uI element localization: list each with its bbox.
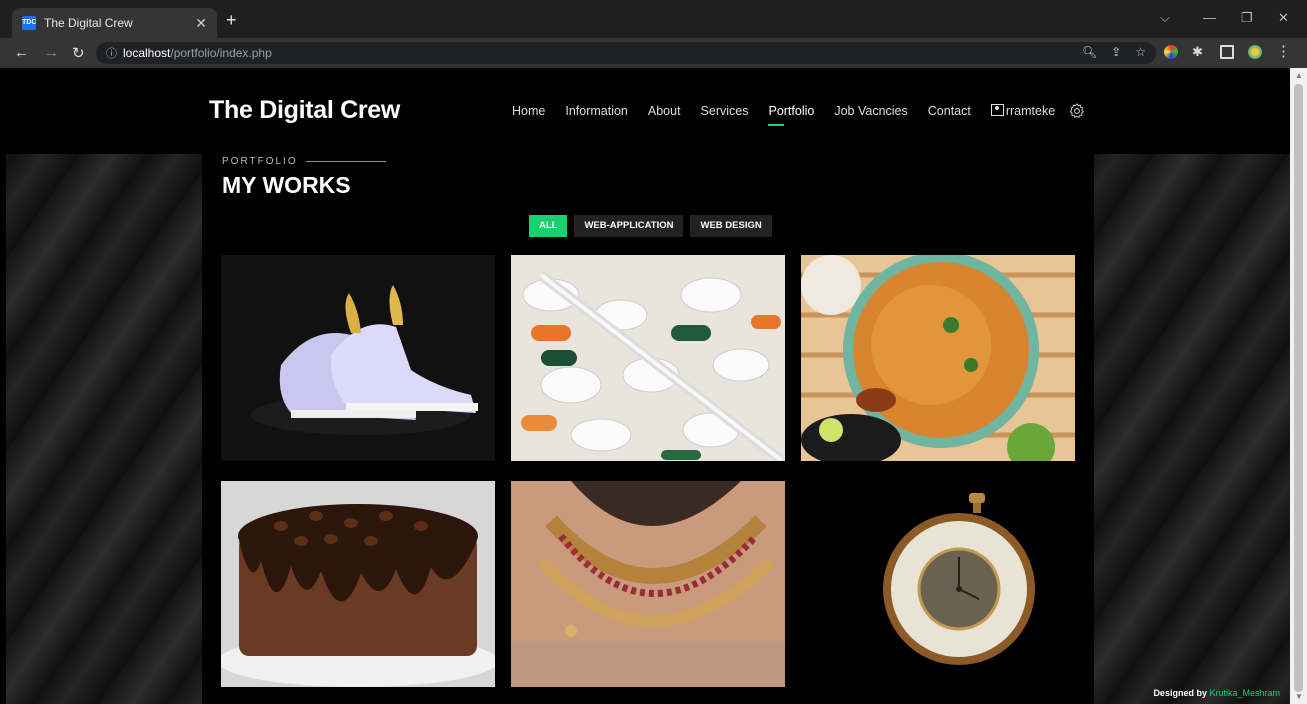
address-bar[interactable]: ⓘ localhost /portfolio/index.php 🔍︎ ⇪ ☆ <box>96 42 1156 64</box>
filter-all[interactable]: ALL <box>529 215 568 237</box>
share-icon[interactable]: ⇪ <box>1111 45 1121 59</box>
reload-icon[interactable]: ↻ <box>72 44 85 62</box>
restore-icon[interactable]: ❐ <box>1241 10 1253 26</box>
back-icon[interactable]: ← <box>14 44 29 61</box>
close-window-icon[interactable]: ✕ <box>1278 10 1289 26</box>
portfolio-item-necklace[interactable] <box>511 481 785 687</box>
portfolio-item-biryani[interactable] <box>801 255 1075 461</box>
tab-title: The Digital Crew <box>44 16 133 30</box>
user-icon <box>990 104 1004 116</box>
biryani-image <box>801 255 1075 461</box>
nav-about[interactable]: About <box>648 104 681 118</box>
url-host: localhost <box>123 46 171 60</box>
new-tab-icon[interactable]: + <box>226 11 237 29</box>
scroll-down-icon[interactable]: ▼ <box>1295 692 1303 701</box>
section-label: PORTFOLIO <box>222 156 386 167</box>
necklace-image <box>511 481 785 687</box>
gear-icon[interactable] <box>1068 102 1086 120</box>
portfolio-item-pills[interactable] <box>511 255 785 461</box>
section-label-divider <box>305 161 386 162</box>
tab-close-icon[interactable]: ✕ <box>195 15 207 32</box>
browser-toolbar: ← → ↻ ⓘ localhost /portfolio/index.php 🔍… <box>0 38 1307 68</box>
nav-information[interactable]: Information <box>565 104 628 118</box>
main-navigation: Home Information About Services Portfoli… <box>512 104 1056 126</box>
forward-icon[interactable]: → <box>44 44 59 61</box>
portfolio-item-sneakers[interactable] <box>221 255 495 461</box>
credit-prefix: Designed by <box>1153 688 1207 698</box>
page-title: MY WORKS <box>222 172 351 198</box>
footer-credit: Designed by Krutika_Meshram <box>1153 688 1280 698</box>
browser-menu-icon[interactable]: ⋮ <box>1276 44 1291 59</box>
pills-thermometer-image <box>511 255 785 461</box>
filter-web-design[interactable]: WEB DESIGN <box>690 215 772 237</box>
page-viewport: The Digital Crew Home Information About … <box>6 68 1290 704</box>
portfolio-grid <box>221 255 1075 687</box>
side-panel-icon[interactable] <box>1220 45 1234 59</box>
nav-home[interactable]: Home <box>512 104 545 118</box>
zoom-icon[interactable]: 🔍︎ <box>1082 45 1097 59</box>
pocket-watch-image <box>801 481 1075 687</box>
nav-contact[interactable]: Contact <box>928 104 971 118</box>
nav-job-vacancies[interactable]: Job Vacncies <box>834 104 907 118</box>
portfolio-section: PORTFOLIO MY WORKS ALL WEB-APPLICATION W… <box>202 136 1094 704</box>
profile-avatar-icon[interactable] <box>1248 45 1262 59</box>
extensions-puzzle-icon[interactable]: ✱ <box>1192 45 1206 59</box>
scrollbar-thumb[interactable] <box>1294 84 1303 692</box>
sneakers-image <box>221 255 495 461</box>
nav-portfolio[interactable]: Portfolio <box>768 104 814 126</box>
tab-search-icon[interactable]: ⌵ <box>1160 10 1170 26</box>
site-info-icon[interactable]: ⓘ <box>106 45 117 61</box>
site-favicon-icon: TDC <box>22 16 36 30</box>
minimize-icon[interactable]: — <box>1203 10 1216 25</box>
page-scrollbar[interactable]: ▲ ▼ <box>1290 68 1307 704</box>
nav-services[interactable]: Services <box>701 104 749 118</box>
url-path: /portfolio/index.php <box>170 46 272 60</box>
bookmark-star-icon[interactable]: ☆ <box>1135 45 1146 59</box>
portfolio-filters: ALL WEB-APPLICATION WEB DESIGN <box>529 215 772 237</box>
chocolate-cake-image <box>221 481 495 687</box>
credit-author-link[interactable]: Krutika_Meshram <box>1209 688 1280 698</box>
scroll-up-icon[interactable]: ▲ <box>1295 71 1303 80</box>
color-extension-icon[interactable] <box>1164 45 1178 59</box>
section-label-text: PORTFOLIO <box>222 156 298 167</box>
portfolio-item-pocket-watch[interactable] <box>801 481 1075 687</box>
site-logo[interactable]: The Digital Crew <box>209 96 400 125</box>
nav-username: rramteke <box>1005 104 1056 118</box>
browser-tab[interactable]: TDC The Digital Crew ✕ <box>12 8 217 38</box>
filter-web-application[interactable]: WEB-APPLICATION <box>574 215 684 237</box>
nav-user-account[interactable]: rramteke <box>990 104 1056 118</box>
portfolio-item-cake[interactable] <box>221 481 495 687</box>
browser-tab-strip: TDC The Digital Crew ✕ + ⌵ — ❐ ✕ <box>0 0 1307 38</box>
